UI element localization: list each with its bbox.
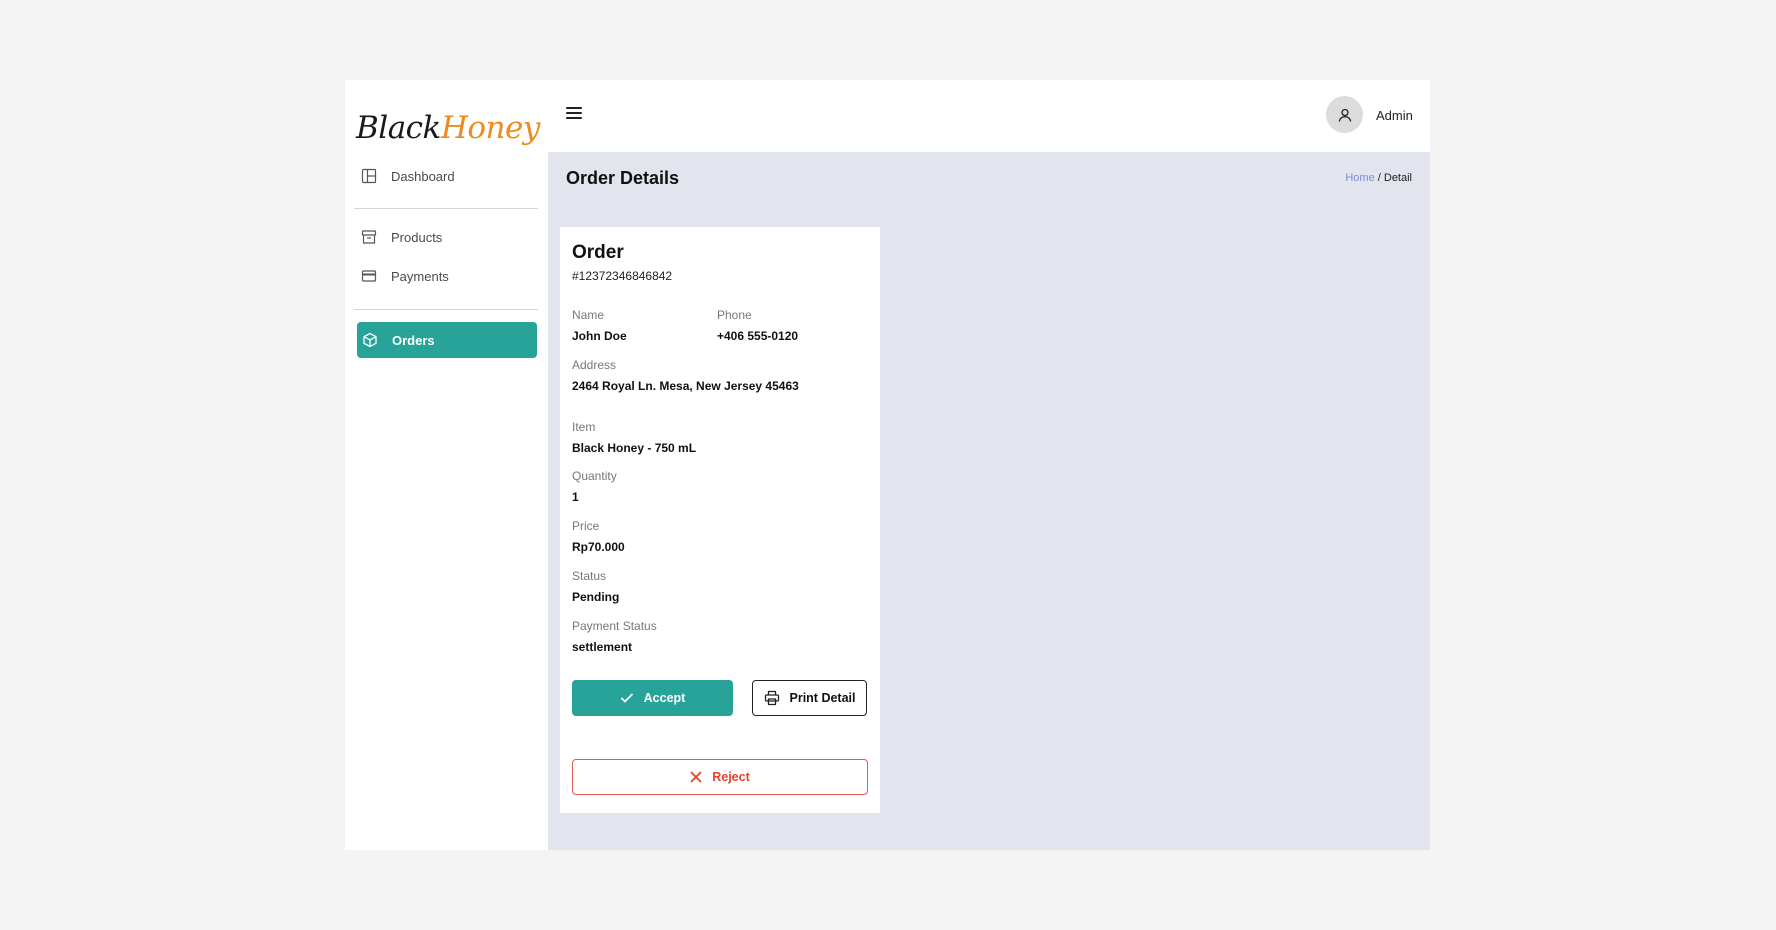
name-value: John Doe xyxy=(572,329,627,343)
credit-card-icon xyxy=(361,268,377,284)
sidebar-item-label: Orders xyxy=(392,332,435,348)
status-label: Status xyxy=(572,569,607,583)
sidebar: BlackHoney Dashboard Products Payments O… xyxy=(345,80,548,850)
check-icon xyxy=(620,693,633,703)
phone-value: +406 555-0120 xyxy=(717,329,799,343)
address-value: 2464 Royal Ln. Mesa, New Jersey 45463 xyxy=(572,379,799,393)
quantity-value: 1 xyxy=(572,490,579,504)
sidebar-item-label: Payments xyxy=(391,268,449,284)
price-value: Rp70.000 xyxy=(572,540,625,554)
reject-button[interactable]: Reject xyxy=(572,759,868,795)
quantity-label: Quantity xyxy=(572,469,617,483)
sidebar-item-products[interactable]: Products xyxy=(357,219,537,255)
order-detail-card: Order #12372346846842 Name John Doe Phon… xyxy=(560,227,880,813)
order-id: #12372346846842 xyxy=(572,269,673,283)
sidebar-divider xyxy=(354,309,538,310)
name-label: Name xyxy=(572,308,605,322)
main-content: Admin Order Details Home / Detail Order … xyxy=(548,80,1430,850)
brand-logo-part2: Honey xyxy=(440,110,541,146)
page-title: Order Details xyxy=(566,168,680,188)
cube-icon xyxy=(362,332,378,348)
reject-button-label: Reject xyxy=(712,770,750,784)
print-detail-button-label: Print Detail xyxy=(789,691,856,705)
avatar[interactable] xyxy=(1326,96,1363,133)
sidebar-item-label: Dashboard xyxy=(391,168,455,184)
breadcrumb: Home / Detail xyxy=(1345,172,1412,184)
phone-label: Phone xyxy=(717,308,752,322)
sidebar-item-payments[interactable]: Payments xyxy=(357,258,537,294)
accept-button-label: Accept xyxy=(643,691,686,705)
sidebar-item-orders[interactable]: Orders xyxy=(357,322,537,358)
app-window: BlackHoney Dashboard Products Payments O… xyxy=(345,80,1430,850)
address-label: Address xyxy=(572,358,617,372)
order-title: Order xyxy=(572,242,624,263)
layout-icon xyxy=(361,168,377,184)
user-icon xyxy=(1338,108,1351,122)
breadcrumb-separator: / xyxy=(1374,172,1384,184)
status-value: Pending xyxy=(572,590,620,604)
brand-logo[interactable]: BlackHoney xyxy=(356,110,540,146)
sidebar-item-dashboard[interactable]: Dashboard xyxy=(357,158,537,194)
user-name[interactable]: Admin xyxy=(1376,108,1413,123)
hamburger-icon[interactable] xyxy=(566,107,582,121)
x-icon xyxy=(690,771,702,783)
accept-button[interactable]: Accept xyxy=(572,680,733,716)
archive-box-icon xyxy=(361,229,377,245)
print-detail-button[interactable]: Print Detail xyxy=(752,680,867,716)
item-label: Item xyxy=(572,420,596,434)
printer-icon xyxy=(764,690,779,706)
breadcrumb-current: Detail xyxy=(1383,172,1412,184)
payment-status-label: Payment Status xyxy=(572,619,657,633)
breadcrumb-home-link[interactable]: Home xyxy=(1345,172,1374,184)
sidebar-item-label: Products xyxy=(391,229,443,245)
brand-logo-part1: Black xyxy=(356,110,441,146)
top-bar: Admin xyxy=(548,80,1430,152)
payment-status-value: settlement xyxy=(572,640,633,654)
price-label: Price xyxy=(572,519,600,533)
item-value: Black Honey - 750 mL xyxy=(572,441,697,455)
sidebar-divider xyxy=(354,208,538,209)
